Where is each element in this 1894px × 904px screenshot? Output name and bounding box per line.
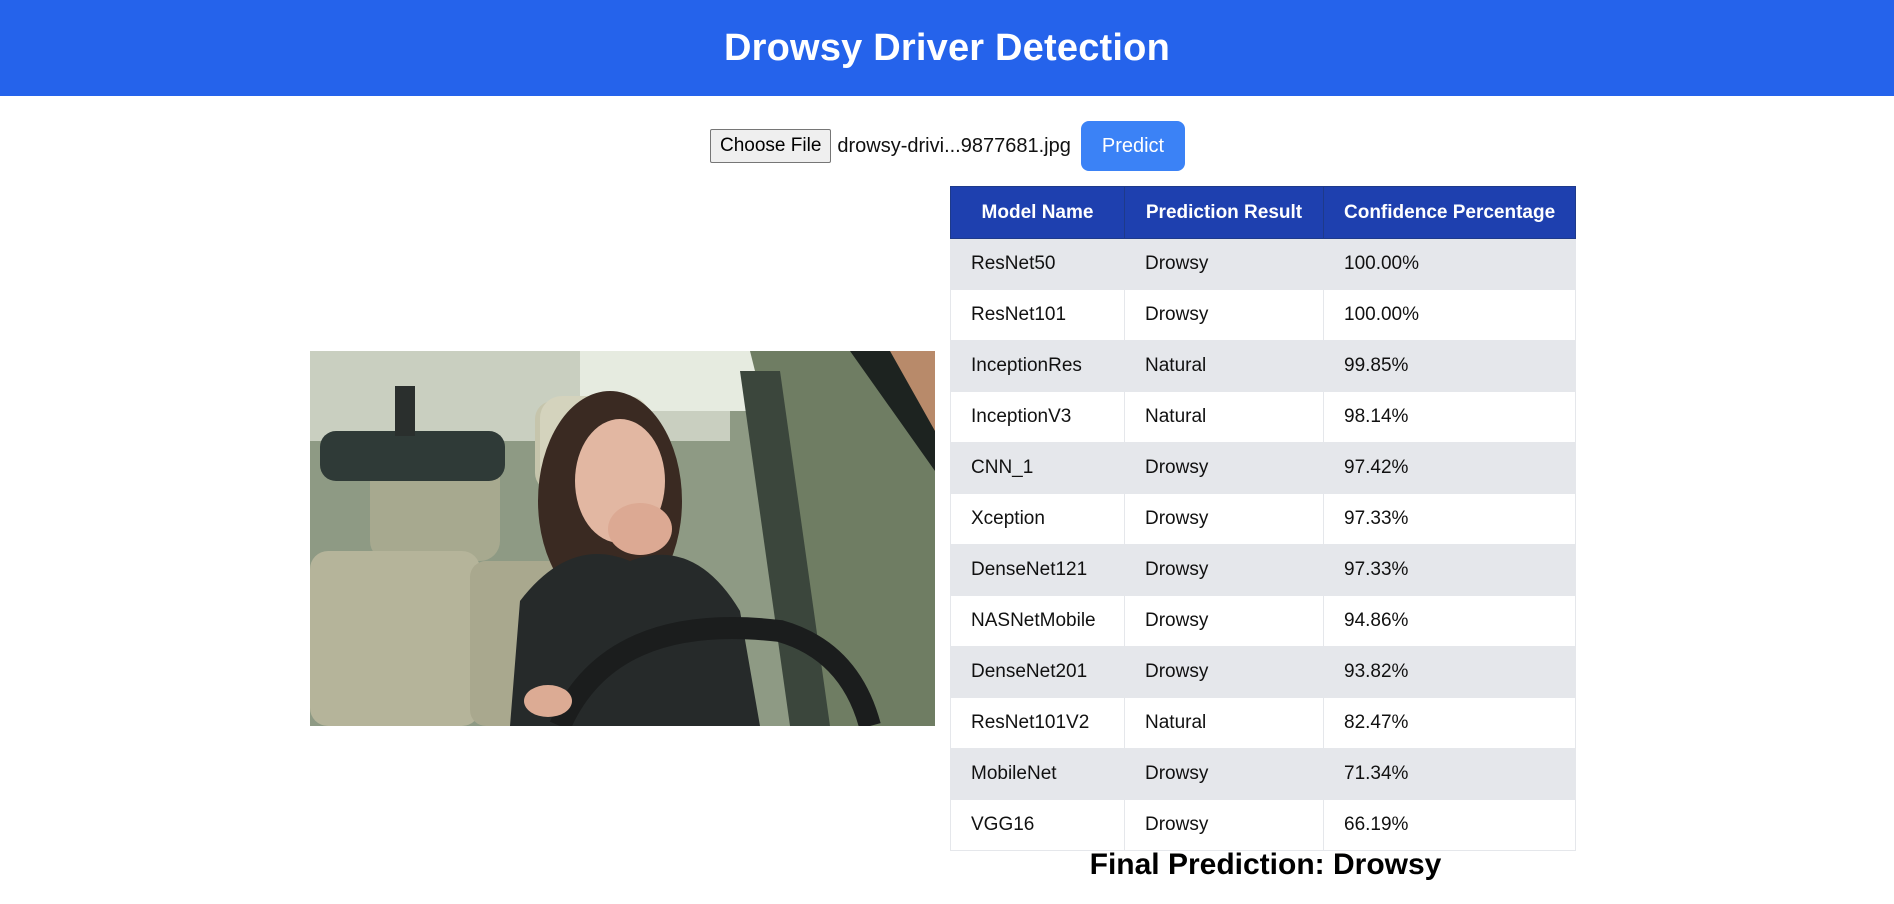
prediction-cell: Drowsy: [1124, 646, 1324, 698]
table-row: Xception Drowsy 97.33%: [950, 493, 1577, 545]
prediction-cell: Natural: [1124, 697, 1324, 749]
model-name-cell: MobileNet: [950, 748, 1125, 800]
choose-file-button[interactable]: Choose File: [710, 129, 832, 163]
confidence-cell: 97.33%: [1322, 544, 1577, 596]
prediction-cell: Drowsy: [1124, 799, 1324, 851]
prediction-cell: Drowsy: [1124, 595, 1324, 647]
model-name-cell: NASNetMobile: [950, 595, 1125, 647]
column-header-model-name: Model Name: [950, 186, 1125, 239]
column-header-prediction-result: Prediction Result: [1124, 186, 1324, 239]
model-name-cell: ResNet101V2: [950, 697, 1125, 749]
prediction-cell: Drowsy: [1124, 544, 1324, 596]
confidence-cell: 100.00%: [1322, 289, 1577, 341]
model-name-cell: VGG16: [950, 799, 1125, 851]
confidence-cell: 100.00%: [1322, 238, 1577, 290]
upload-bar: Choose File drowsy-drivi...9877681.jpg P…: [710, 121, 1186, 171]
table-row: ResNet50 Drowsy 100.00%: [950, 238, 1577, 290]
model-name-cell: InceptionRes: [950, 340, 1125, 392]
confidence-cell: 97.42%: [1322, 442, 1577, 494]
model-name-cell: DenseNet121: [950, 544, 1125, 596]
selected-file-name: drowsy-drivi...9877681.jpg: [837, 134, 1071, 157]
table-row: InceptionV3 Natural 98.14%: [950, 391, 1577, 443]
model-name-cell: InceptionV3: [950, 391, 1125, 443]
model-name-cell: CNN_1: [950, 442, 1125, 494]
predict-button[interactable]: Predict: [1080, 121, 1186, 171]
model-name-cell: ResNet101: [950, 289, 1125, 341]
confidence-cell: 71.34%: [1322, 748, 1577, 800]
confidence-cell: 97.33%: [1322, 493, 1577, 545]
uploaded-driver-image: [310, 351, 935, 726]
table-row: CNN_1 Drowsy 97.42%: [950, 442, 1577, 494]
prediction-results-table: Model Name Prediction Result Confidence …: [950, 186, 1577, 851]
confidence-cell: 94.86%: [1322, 595, 1577, 647]
confidence-cell: 98.14%: [1322, 391, 1577, 443]
table-header-row: Model Name Prediction Result Confidence …: [950, 186, 1577, 239]
confidence-cell: 82.47%: [1322, 697, 1577, 749]
table-row: MobileNet Drowsy 71.34%: [950, 748, 1577, 800]
confidence-cell: 93.82%: [1322, 646, 1577, 698]
prediction-cell: Natural: [1124, 391, 1324, 443]
app-header: Drowsy Driver Detection: [0, 0, 1894, 96]
model-name-cell: DenseNet201: [950, 646, 1125, 698]
confidence-cell: 66.19%: [1322, 799, 1577, 851]
final-prediction: Final Prediction: Drowsy: [1089, 848, 1442, 881]
table-row: ResNet101 Drowsy 100.00%: [950, 289, 1577, 341]
prediction-cell: Drowsy: [1124, 748, 1324, 800]
prediction-cell: Drowsy: [1124, 238, 1324, 290]
confidence-cell: 99.85%: [1322, 340, 1577, 392]
table-row: NASNetMobile Drowsy 94.86%: [950, 595, 1577, 647]
table-row: DenseNet201 Drowsy 93.82%: [950, 646, 1577, 698]
prediction-cell: Natural: [1124, 340, 1324, 392]
model-name-cell: ResNet50: [950, 238, 1125, 290]
prediction-cell: Drowsy: [1124, 493, 1324, 545]
table-row: DenseNet121 Drowsy 97.33%: [950, 544, 1577, 596]
column-header-confidence: Confidence Percentage: [1322, 186, 1577, 239]
prediction-cell: Drowsy: [1124, 442, 1324, 494]
table-row: InceptionRes Natural 99.85%: [950, 340, 1577, 392]
table-row: ResNet101V2 Natural 82.47%: [950, 697, 1577, 749]
table-row: VGG16 Drowsy 66.19%: [950, 799, 1577, 851]
model-name-cell: Xception: [950, 493, 1125, 545]
page-title: Drowsy Driver Detection: [724, 26, 1170, 69]
prediction-cell: Drowsy: [1124, 289, 1324, 341]
